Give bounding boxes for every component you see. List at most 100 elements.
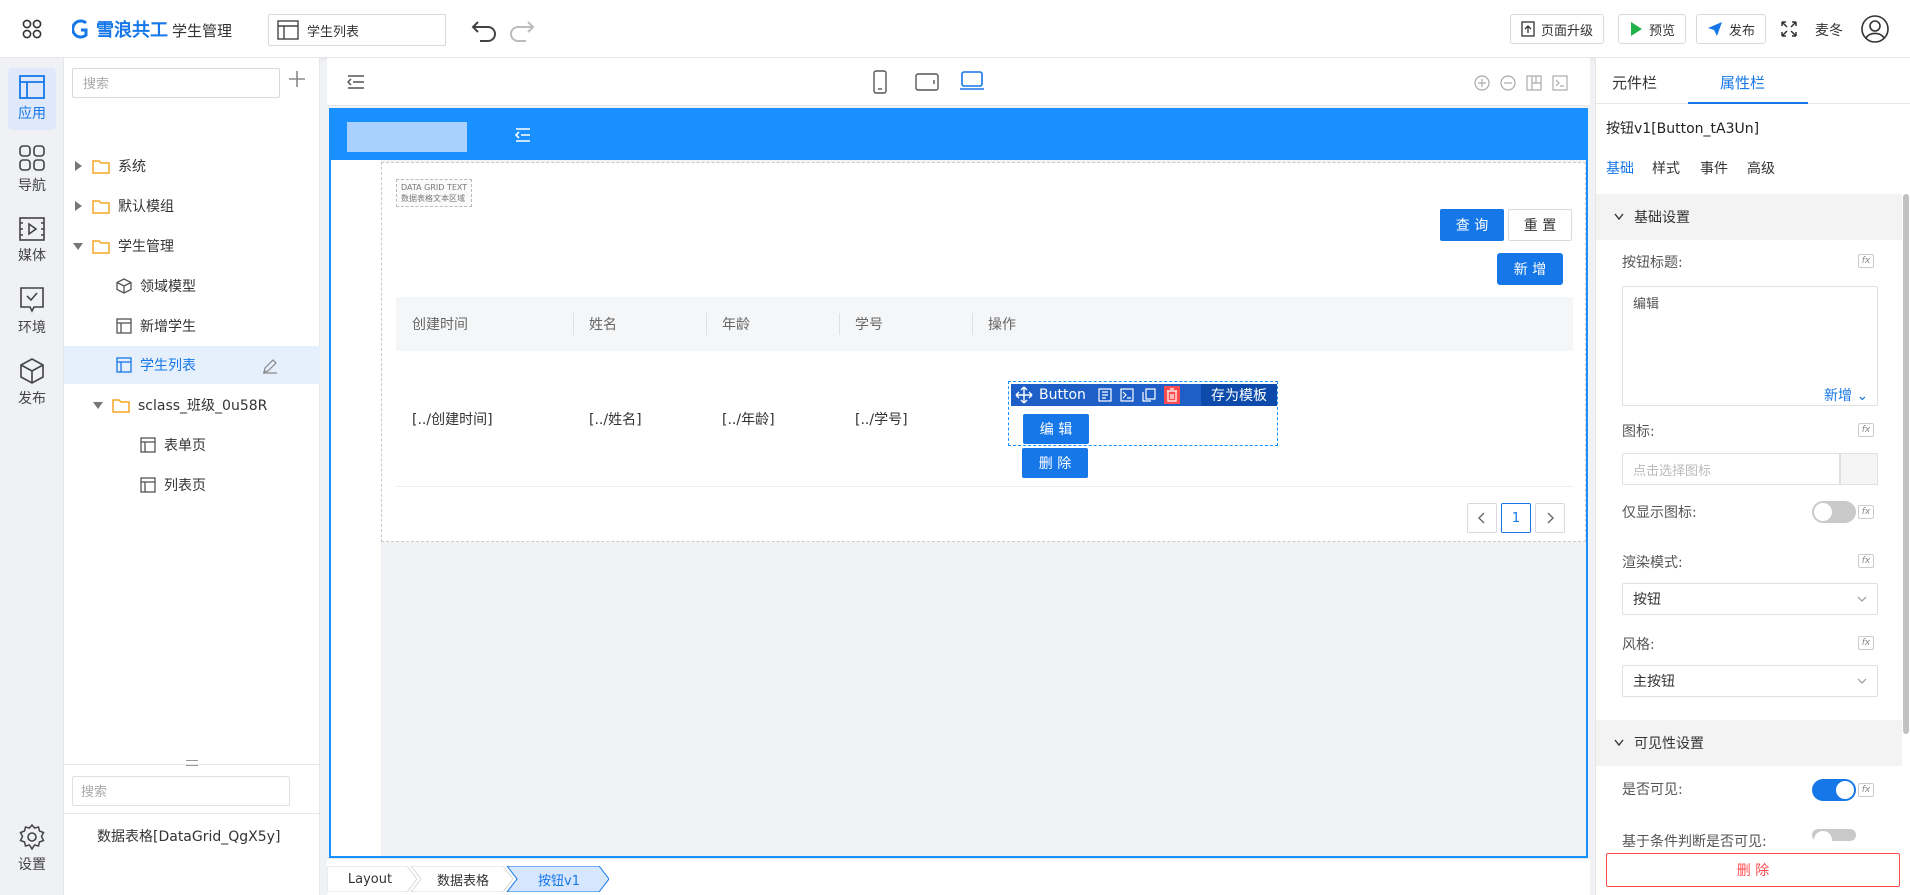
- tab-components[interactable]: 元件栏: [1612, 72, 1657, 93]
- component-outline-item[interactable]: 数据表格[DataGrid_QgX5y]: [97, 826, 280, 846]
- data-grid-tag-en: DATA GRID TEXT: [401, 183, 468, 192]
- breadcrumb-data-grid[interactable]: 数据表格: [417, 866, 509, 892]
- reset-button[interactable]: 重 置: [1508, 209, 1572, 241]
- subtab-style[interactable]: 样式: [1652, 158, 1680, 178]
- render-mode-select[interactable]: 按钮: [1622, 583, 1878, 615]
- tree-node-add-student[interactable]: 新增学生: [64, 307, 320, 345]
- tree-node-student-list[interactable]: 学生列表: [64, 346, 320, 384]
- page-upgrade-button[interactable]: 页面升级: [1510, 14, 1605, 44]
- zoom-in-icon[interactable]: [1474, 75, 1490, 91]
- pager-page[interactable]: 1: [1501, 503, 1531, 533]
- app-grid-icon[interactable]: [12, 12, 52, 46]
- rail-item-nav[interactable]: 导航: [8, 139, 56, 201]
- tab-properties[interactable]: 属性栏: [1720, 72, 1765, 93]
- app-tree-panel: 系统 默认模组 学生管理 领域模型 新增学生 学生列表 sclass_班级_0u…: [64, 58, 320, 895]
- outline-search-input[interactable]: [72, 776, 290, 806]
- username[interactable]: 麦冬: [1815, 20, 1843, 40]
- table-cell: [../年龄]: [722, 411, 775, 428]
- query-button[interactable]: 查 询: [1440, 209, 1504, 241]
- page-icon: [140, 437, 156, 453]
- conditional-visible-toggle[interactable]: [1812, 829, 1856, 841]
- icon-picker-button[interactable]: [1840, 453, 1878, 485]
- menu-toggle-icon[interactable]: [515, 128, 531, 142]
- rail-item-media[interactable]: 媒体: [8, 210, 56, 272]
- mobile-view-icon[interactable]: [873, 70, 887, 94]
- data-grid[interactable]: DATA GRID TEXT 数据表格文本区域 查 询 重 置 新 增 创建时间…: [381, 162, 1586, 542]
- fx-icon[interactable]: fx: [1858, 783, 1874, 797]
- trash-icon[interactable]: [1163, 386, 1180, 404]
- pager-next-icon[interactable]: [1535, 503, 1565, 533]
- layout-icon[interactable]: [1526, 75, 1542, 91]
- tree-search-input[interactable]: [72, 68, 280, 98]
- fx-icon[interactable]: fx: [1858, 554, 1874, 568]
- preview-button[interactable]: 预览: [1618, 14, 1687, 44]
- avatar-icon[interactable]: [1860, 14, 1890, 44]
- env-icon: [20, 287, 44, 313]
- button-style-select[interactable]: 主按钮: [1622, 665, 1878, 697]
- fx-icon[interactable]: fx: [1858, 505, 1874, 519]
- add-button[interactable]: 新 增: [1497, 253, 1563, 285]
- selected-button-component[interactable]: Button 存为模板 编 辑 删 除: [1008, 381, 1278, 478]
- scrollbar[interactable]: [1903, 194, 1909, 734]
- column-header: 操作: [972, 297, 1272, 351]
- tablet-view-icon[interactable]: [915, 73, 939, 91]
- section-visibility[interactable]: 可见性设置: [1596, 720, 1902, 766]
- tree-node-domain-model[interactable]: 领域模型: [64, 267, 320, 305]
- add-title-link[interactable]: 新增 ⌄: [1824, 385, 1868, 405]
- tree-node-label: 学生列表: [140, 358, 196, 374]
- add-icon[interactable]: [288, 70, 306, 88]
- zoom-out-icon[interactable]: [1500, 75, 1516, 91]
- code-icon[interactable]: [1552, 75, 1568, 91]
- rail-item-publish[interactable]: 发布: [8, 352, 56, 414]
- fx-icon[interactable]: fx: [1858, 636, 1874, 650]
- visible-label: 是否可见:: [1622, 782, 1683, 798]
- caret-right-icon: [75, 161, 82, 171]
- desktop-view-icon[interactable]: [959, 71, 985, 91]
- move-icon[interactable]: [1015, 386, 1033, 404]
- breadcrumb-button[interactable]: 按钮v1: [513, 866, 605, 892]
- rail-item-app[interactable]: 应用: [8, 68, 56, 130]
- copy-icon[interactable]: [1142, 388, 1156, 402]
- chevron-down-icon: ⌄: [1856, 388, 1869, 404]
- tree-node-system[interactable]: 系统: [64, 147, 320, 185]
- terminal-icon[interactable]: [1120, 388, 1134, 402]
- redo-icon[interactable]: [508, 16, 536, 42]
- undo-icon[interactable]: [470, 16, 498, 42]
- active-tab-indicator: [1688, 102, 1808, 104]
- section-basic-settings[interactable]: 基础设置: [1596, 194, 1902, 240]
- rail-item-env[interactable]: 环境: [8, 281, 56, 343]
- tree-node-student-mgmt[interactable]: 学生管理: [64, 227, 320, 265]
- tree-node-sclass[interactable]: sclass_班级_0u58R: [64, 386, 320, 424]
- tree-node-default-module[interactable]: 默认模组: [64, 187, 320, 225]
- data-grid-text-area[interactable]: DATA GRID TEXT 数据表格文本区域: [396, 179, 473, 207]
- fx-icon[interactable]: fx: [1858, 254, 1874, 268]
- tree-node-form-page[interactable]: 表单页: [64, 426, 320, 464]
- subtab-advanced[interactable]: 高级: [1747, 158, 1775, 178]
- pager-prev-icon[interactable]: [1467, 503, 1497, 533]
- resize-handle[interactable]: [186, 760, 198, 766]
- subtab-basic[interactable]: 基础: [1606, 158, 1634, 178]
- caret-right-icon: [75, 201, 82, 211]
- tree-node-list-page[interactable]: 列表页: [64, 466, 320, 504]
- page-selector-value: 学生列表: [307, 24, 360, 40]
- icon-only-toggle[interactable]: [1812, 501, 1856, 523]
- edit-button[interactable]: 编 辑: [1023, 414, 1089, 444]
- publish-button[interactable]: 发布: [1696, 14, 1767, 44]
- panel-tabs: 元件栏 属性栏: [1596, 58, 1910, 104]
- properties-icon[interactable]: [1098, 388, 1112, 402]
- visible-toggle[interactable]: [1812, 779, 1856, 801]
- delete-row-button[interactable]: 删 除: [1022, 448, 1088, 478]
- icon-picker-input[interactable]: 点击选择图标: [1622, 453, 1840, 485]
- breadcrumb-layout[interactable]: Layout: [327, 866, 413, 892]
- fx-icon[interactable]: fx: [1858, 423, 1874, 437]
- subtab-events[interactable]: 事件: [1700, 158, 1728, 178]
- collapse-menu-icon[interactable]: [347, 74, 365, 90]
- edit-icon[interactable]: [262, 358, 278, 374]
- rail-item-settings[interactable]: 设置: [8, 818, 56, 880]
- delete-component-button[interactable]: 删 除: [1606, 853, 1900, 887]
- gear-icon: [19, 824, 45, 850]
- save-as-template-button[interactable]: 存为模板: [1201, 384, 1277, 406]
- page-selector[interactable]: 学生列表: [268, 14, 446, 46]
- fullscreen-icon[interactable]: [1780, 20, 1798, 38]
- properties-panel: 元件栏 属性栏 按钮v1[Button_tA3Un] 基础 样式 事件 高级 基…: [1595, 58, 1910, 895]
